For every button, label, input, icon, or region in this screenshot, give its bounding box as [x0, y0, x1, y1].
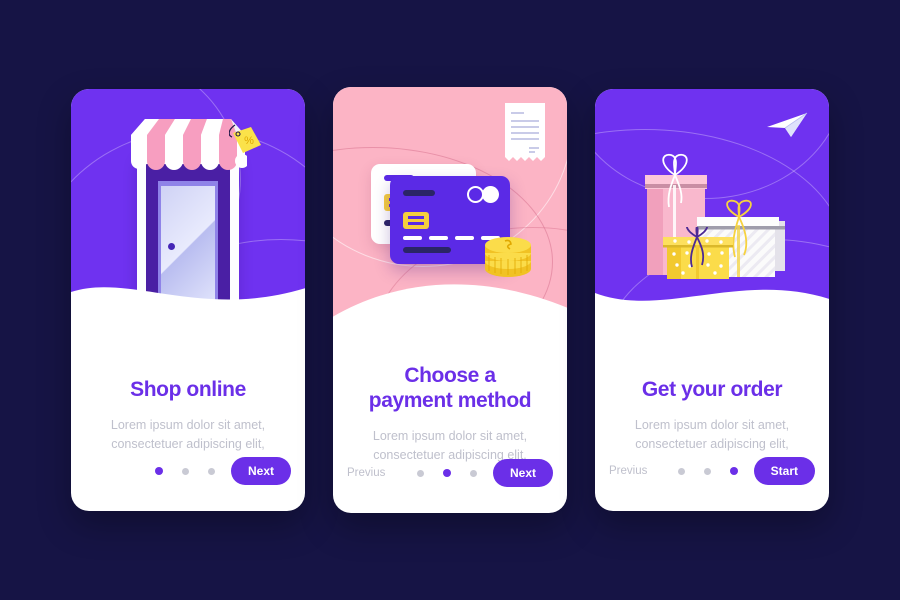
previous-button[interactable]: Previus: [609, 465, 647, 477]
onboarding-screens-container: % Shop online Lorem ipsum dolor sit amet…: [0, 0, 900, 600]
pagination-dot-3[interactable]: [207, 467, 215, 475]
pagination-dots: [154, 467, 215, 475]
receipt-icon: [505, 103, 545, 161]
onboarding-card-shop-online[interactable]: % Shop online Lorem ipsum dolor sit amet…: [71, 89, 305, 511]
onboarding-card-choose-payment-method[interactable]: Choose a payment method Lorem ipsum dolo…: [333, 87, 567, 513]
next-button[interactable]: Next: [492, 459, 553, 487]
wave-divider: [333, 284, 567, 335]
previous-button[interactable]: Previus: [347, 467, 385, 479]
page-description: Lorem ipsum dolor sit amet, consectetuer…: [110, 418, 266, 451]
paper-plane-icon: [767, 112, 808, 137]
pagination-dot-2[interactable]: [442, 469, 451, 477]
onboarding-card-get-your-order[interactable]: Get your order Lorem ipsum dolor sit ame…: [595, 89, 829, 511]
card-footer-nav: Previus Start: [609, 457, 815, 485]
page-title: Shop online: [130, 378, 246, 401]
hero-illustration-payment: [333, 87, 567, 335]
pagination-dot-1[interactable]: [154, 467, 163, 475]
start-button[interactable]: Start: [753, 457, 815, 485]
pagination-dots: [416, 469, 477, 477]
page-description: Lorem ipsum dolor sit amet, consectetuer…: [634, 418, 790, 451]
discount-tag-icon: %: [229, 124, 261, 153]
card-chip-icon: [403, 212, 429, 229]
wave-divider: [71, 287, 305, 337]
pagination-dot-1[interactable]: [677, 467, 685, 475]
page-title-line2: payment method: [368, 389, 532, 413]
pagination-dot-3[interactable]: [729, 467, 738, 475]
page-title-line1: Choose a: [404, 364, 496, 387]
pagination-dot-3[interactable]: [469, 469, 477, 477]
pagination-dot-2[interactable]: [703, 467, 711, 475]
page-title: Get your order: [641, 378, 783, 401]
hero-illustration-storefront: %: [71, 89, 305, 337]
card-footer-nav: Previus Next: [347, 459, 553, 487]
next-button[interactable]: Next: [230, 457, 291, 485]
pagination-dot-2[interactable]: [181, 467, 189, 475]
page-title: Choose a payment method: [368, 363, 532, 413]
door-knob-icon: [167, 243, 175, 251]
wave-divider: [595, 289, 829, 337]
pagination-dots: [677, 467, 738, 475]
svg-text:%: %: [244, 135, 254, 147]
card-footer-nav: Next: [85, 457, 291, 485]
hero-illustration-gifts: [595, 89, 829, 337]
card-logo-icon: [467, 186, 499, 203]
pagination-dot-1[interactable]: [416, 469, 424, 477]
